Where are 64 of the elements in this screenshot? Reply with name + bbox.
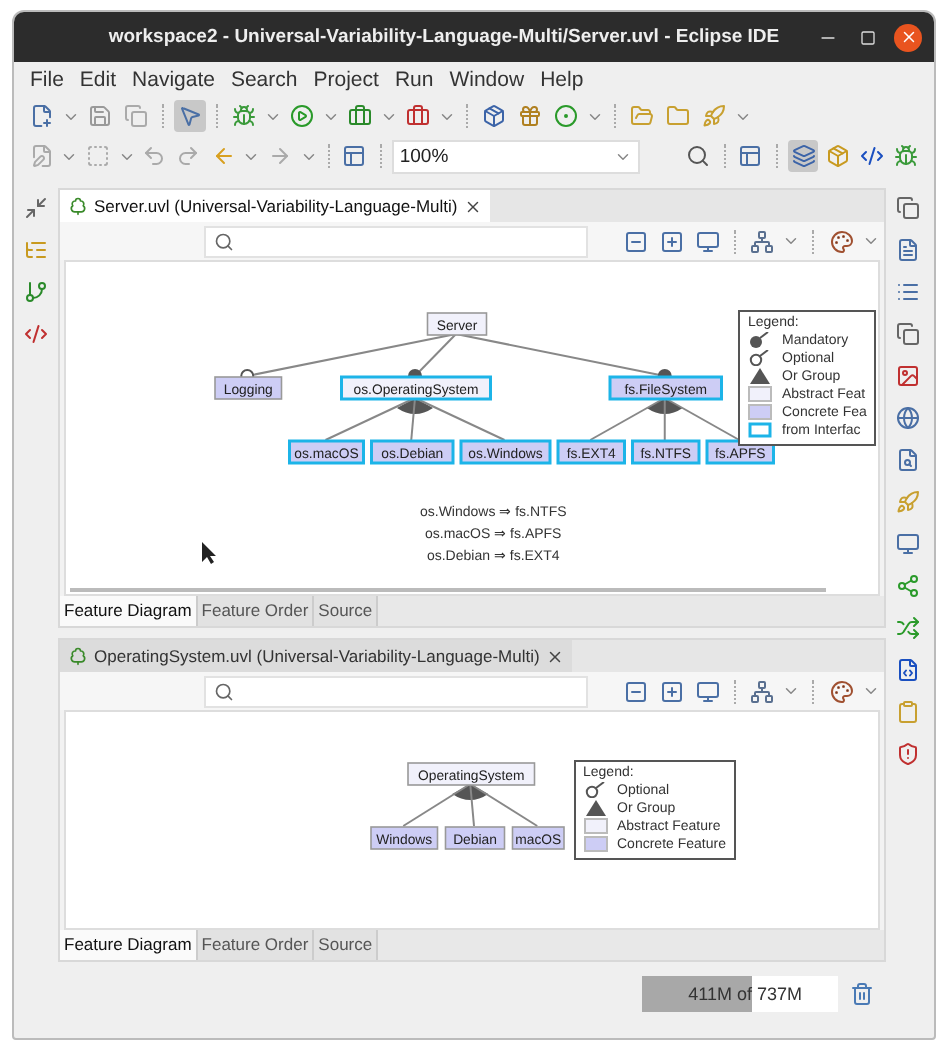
close-icon[interactable] <box>463 197 482 215</box>
search-icon[interactable] <box>682 140 714 172</box>
bug-icon[interactable] <box>228 100 260 132</box>
menu-item[interactable]: Project <box>305 67 387 91</box>
shuffle-icon[interactable] <box>892 612 924 644</box>
run-icon[interactable] <box>286 100 318 132</box>
layout-icon[interactable] <box>747 225 777 257</box>
menu-item[interactable]: File <box>22 67 72 91</box>
gift-icon[interactable] <box>514 100 546 132</box>
menu-item[interactable]: Help <box>532 67 592 91</box>
maximize-icon[interactable] <box>860 29 876 45</box>
memory-indicator[interactable]: 411M of 737M <box>642 976 838 1012</box>
caret-icon[interactable] <box>862 682 881 700</box>
editor-tab[interactable]: OperatingSystem.uvl (Universal-Variability-Language-Multi) <box>60 640 572 672</box>
close-button[interactable] <box>894 23 922 51</box>
search-field[interactable] <box>204 675 589 707</box>
save-icon[interactable] <box>84 100 116 132</box>
bug-icon[interactable] <box>891 140 923 172</box>
tree-icon <box>68 646 88 666</box>
menu-item[interactable]: Search <box>222 67 306 91</box>
menu-item[interactable]: Navigate <box>124 67 223 91</box>
restore-icon[interactable] <box>892 192 924 224</box>
layout-icon[interactable] <box>747 675 777 707</box>
rocket-icon[interactable] <box>892 486 924 518</box>
hierarchy-icon[interactable] <box>20 276 52 308</box>
target-icon[interactable] <box>550 100 582 132</box>
layout-icon[interactable] <box>735 140 766 172</box>
page-tab[interactable]: Source <box>314 596 379 626</box>
annotation-icon[interactable] <box>82 140 114 172</box>
page-tab[interactable]: Feature Order <box>197 596 315 626</box>
layers-icon[interactable] <box>787 140 819 172</box>
restore-icon[interactable] <box>20 192 52 224</box>
palette-icon[interactable] <box>826 225 857 257</box>
zoom-combo[interactable]: 100% <box>391 139 641 173</box>
tree-icon <box>68 196 88 216</box>
package-icon[interactable] <box>478 100 510 132</box>
menu-item[interactable]: Run <box>386 67 442 91</box>
window-title: workspace2 - Universal-Variability-Language-Multi/Server.uvl - Eclipse IDE <box>106 26 782 48</box>
caret-icon[interactable] <box>782 682 801 700</box>
window-icon[interactable] <box>339 140 370 172</box>
editor-tab[interactable]: Server.uvl (Universal-Variability-Language-Multi) <box>60 190 490 222</box>
picture-icon[interactable] <box>892 360 924 392</box>
close-icon[interactable] <box>545 647 564 665</box>
caret-icon[interactable] <box>782 232 801 250</box>
page-tab[interactable]: Feature Diagram <box>60 930 198 960</box>
restore-icon[interactable] <box>892 318 924 350</box>
search-field[interactable] <box>204 225 589 257</box>
menu-item[interactable]: Edit <box>71 67 125 91</box>
page-tab[interactable]: Feature Order <box>197 930 315 960</box>
horizontal-scrollbar[interactable] <box>70 588 826 592</box>
monitor-icon[interactable] <box>892 528 924 560</box>
mouse-cursor-icon <box>202 542 216 564</box>
globe-icon[interactable] <box>892 402 924 434</box>
trash-icon[interactable] <box>846 978 878 1010</box>
palette-icon[interactable] <box>826 675 857 707</box>
save-all-icon[interactable] <box>120 100 152 132</box>
page-tab[interactable]: Source <box>314 930 379 960</box>
cursor-icon[interactable] <box>174 100 206 132</box>
search-icon <box>214 681 234 701</box>
page-tab[interactable]: Feature Diagram <box>60 596 198 626</box>
share-icon[interactable] <box>892 570 924 602</box>
caret-icon[interactable] <box>862 232 881 250</box>
menu-item[interactable]: Window <box>441 67 533 91</box>
search-icon <box>214 231 234 251</box>
